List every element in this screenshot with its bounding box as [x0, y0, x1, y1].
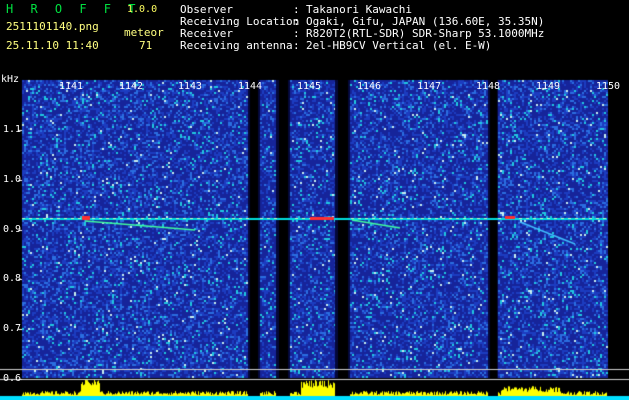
x-tick-label: 1147 [417, 81, 442, 92]
header-panel: H R O F F T 1.0.0 2511101140.png meteor … [0, 0, 629, 74]
y-tick-label: 0.6 [3, 373, 22, 384]
x-tick-label: 1150 [596, 81, 621, 92]
x-tick-label: 1141 [59, 81, 84, 92]
app-version: 1.0.0 [127, 4, 158, 15]
x-tick-label: 1143 [178, 81, 203, 92]
app-title: H R O F F T [6, 2, 141, 16]
y-tick-label: 0.9 [3, 224, 22, 235]
datetime-label: 25.11.10 11:40 [6, 39, 99, 52]
y-axis-unit: kHz [1, 74, 20, 85]
y-tick-label: 0.7 [3, 323, 22, 334]
mode-label: meteor [124, 26, 164, 39]
x-tick-label: 1142 [119, 81, 144, 92]
x-tick-label: 1148 [476, 81, 501, 92]
x-tick-label: 1146 [357, 81, 382, 92]
x-tick-label: 1149 [536, 81, 561, 92]
y-tick-label: 1.0 [3, 174, 22, 185]
antenna-key: Receiving antenna [180, 39, 293, 52]
y-tick-label: 0.8 [3, 273, 22, 284]
x-tick-label: 1145 [297, 81, 322, 92]
count-label: 71 [139, 39, 153, 52]
x-tick-label: 1144 [238, 81, 263, 92]
antenna-value: 2el-HB9CV Vertical (el. E-W) [306, 39, 492, 52]
antenna-sep: : [293, 39, 300, 52]
y-tick-label: 1.1 [3, 124, 22, 135]
filename-label: 2511101140.png [6, 20, 99, 33]
